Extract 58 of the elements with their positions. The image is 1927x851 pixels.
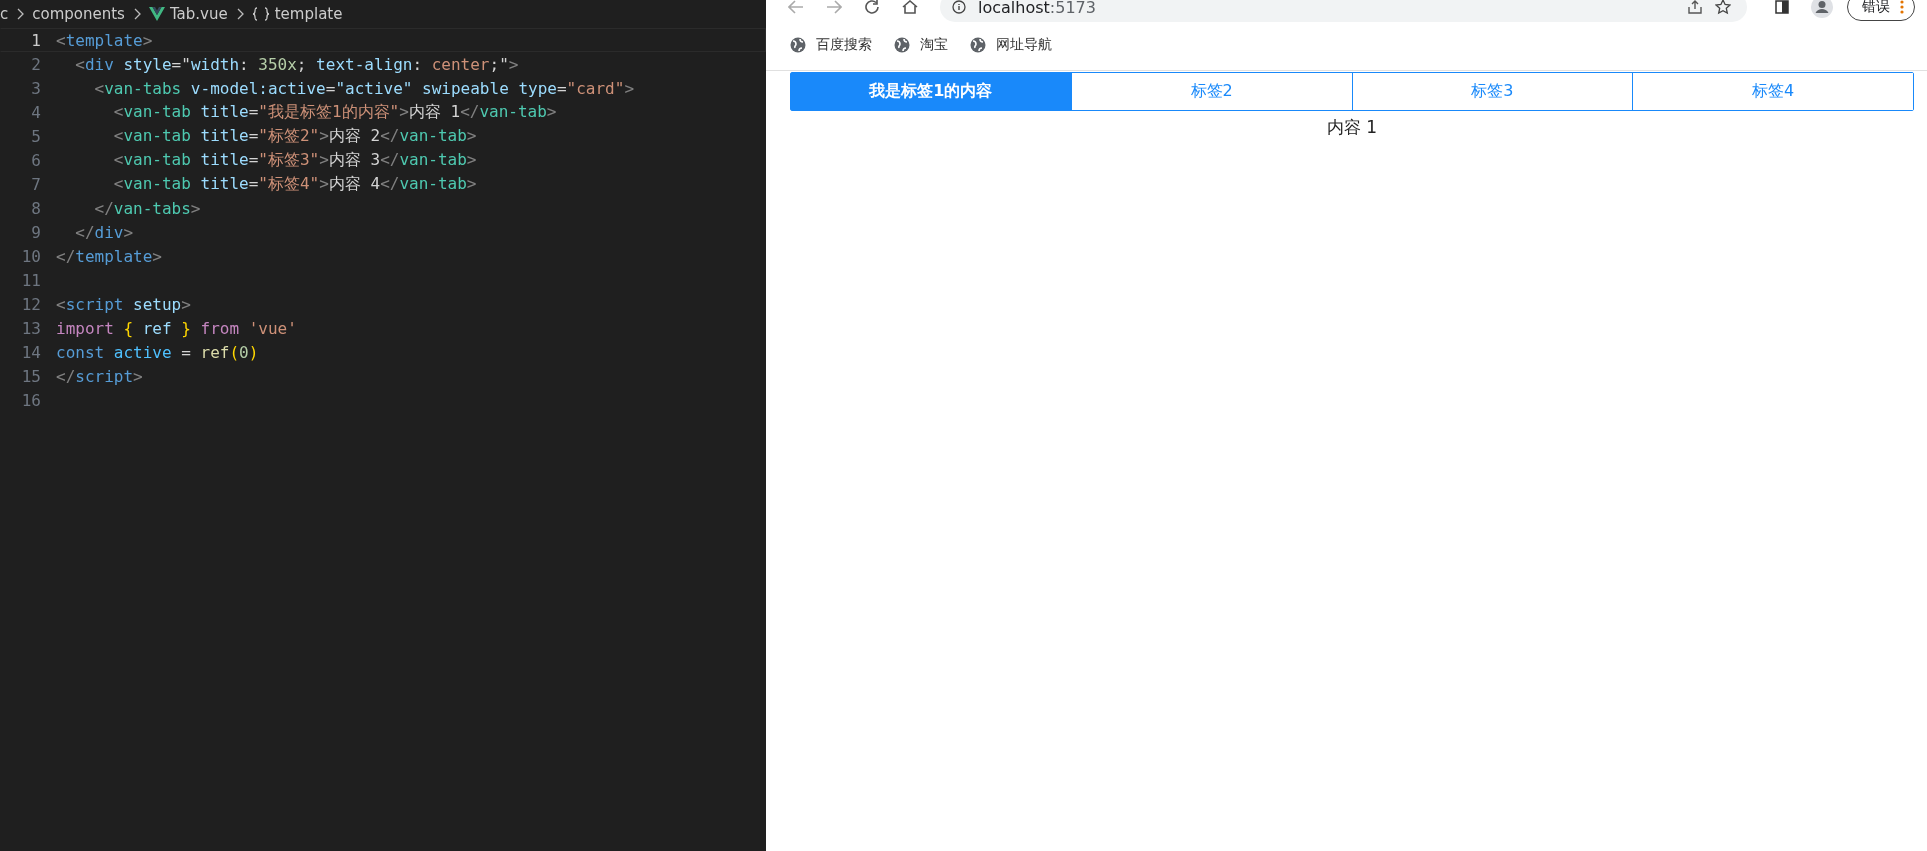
line-number: 1 <box>30 30 42 50</box>
line-number: 2 <box>30 54 42 74</box>
code-line: </van-tabs> <box>93 198 201 218</box>
code-line: <template> <box>56 30 153 50</box>
code-line: </template> <box>56 246 162 266</box>
code-line: <van-tab title="标签3">内容 3</van-tab> <box>112 149 477 171</box>
line-number: 10 <box>20 246 42 266</box>
code-line: </div> <box>74 222 134 242</box>
line-number: 7 <box>30 174 42 194</box>
breadcrumb-item[interactable]: Tab.vue <box>169 5 228 23</box>
code-line: <van-tab title="我是标签1的内容">内容 1</van-tab> <box>112 101 557 123</box>
info-icon <box>952 0 966 14</box>
code-line: <van-tab title="标签2">内容 2</van-tab> <box>112 125 477 147</box>
bookmark[interactable]: 百度搜索 <box>790 36 872 54</box>
line-number: 12 <box>20 294 42 314</box>
home-icon[interactable] <box>902 0 918 14</box>
line-number: 13 <box>20 318 42 338</box>
bookmark[interactable]: 淘宝 <box>894 36 948 54</box>
globe-icon <box>790 37 806 53</box>
code-line: </script> <box>56 366 143 386</box>
line-number: 5 <box>30 126 42 146</box>
code-line: <div style="width: 350x; text-align: center;"> <box>74 54 519 74</box>
chevron-icon <box>132 8 141 20</box>
line-number: 6 <box>30 150 42 170</box>
sidebar-icon[interactable] <box>1775 0 1789 14</box>
bookmark[interactable]: 网址导航 <box>970 36 1052 54</box>
code-line: import { ref } from 'vue' <box>56 318 297 338</box>
share-icon[interactable] <box>1687 0 1703 15</box>
breadcrumb-item[interactable]: template <box>274 5 343 23</box>
code-line: const active = ref(0) <box>56 342 259 362</box>
braces-icon <box>251 7 270 21</box>
breadcrumb-item[interactable]: components <box>32 5 125 23</box>
line-number: 4 <box>30 102 42 122</box>
line-number: 11 <box>20 270 42 290</box>
chevron-icon <box>16 8 25 20</box>
more-icon <box>1900 0 1904 14</box>
star-icon[interactable] <box>1715 0 1731 15</box>
line-number: 8 <box>30 198 42 218</box>
tab[interactable]: 我是标签1的内容 <box>791 73 1072 110</box>
code-line: <script setup> <box>56 294 191 314</box>
tab-content: 内容 1 <box>1325 116 1379 139</box>
code-line: <van-tabs v-model:active="active" swipeable type="card"> <box>93 78 634 98</box>
breadcrumb-item[interactable]: c <box>0 5 9 23</box>
vue-file-icon <box>148 7 165 21</box>
line-number: 16 <box>20 390 42 410</box>
chevron-icon <box>235 8 244 20</box>
globe-icon <box>970 37 986 53</box>
line-number: 14 <box>20 342 42 362</box>
code-line: <van-tab title="标签4">内容 4</van-tab> <box>112 173 477 195</box>
reload-icon[interactable] <box>864 0 880 15</box>
profile-button[interactable]: 错误 <box>1847 0 1915 21</box>
line-number: 9 <box>30 222 42 242</box>
address-bar[interactable]: localhost:5173 <box>940 0 1747 22</box>
line-number: 3 <box>30 78 42 98</box>
url-text: localhost:5173 <box>978 0 1096 17</box>
profile-icon[interactable] <box>1811 0 1833 18</box>
globe-icon <box>894 37 910 53</box>
line-number: 15 <box>20 366 42 386</box>
